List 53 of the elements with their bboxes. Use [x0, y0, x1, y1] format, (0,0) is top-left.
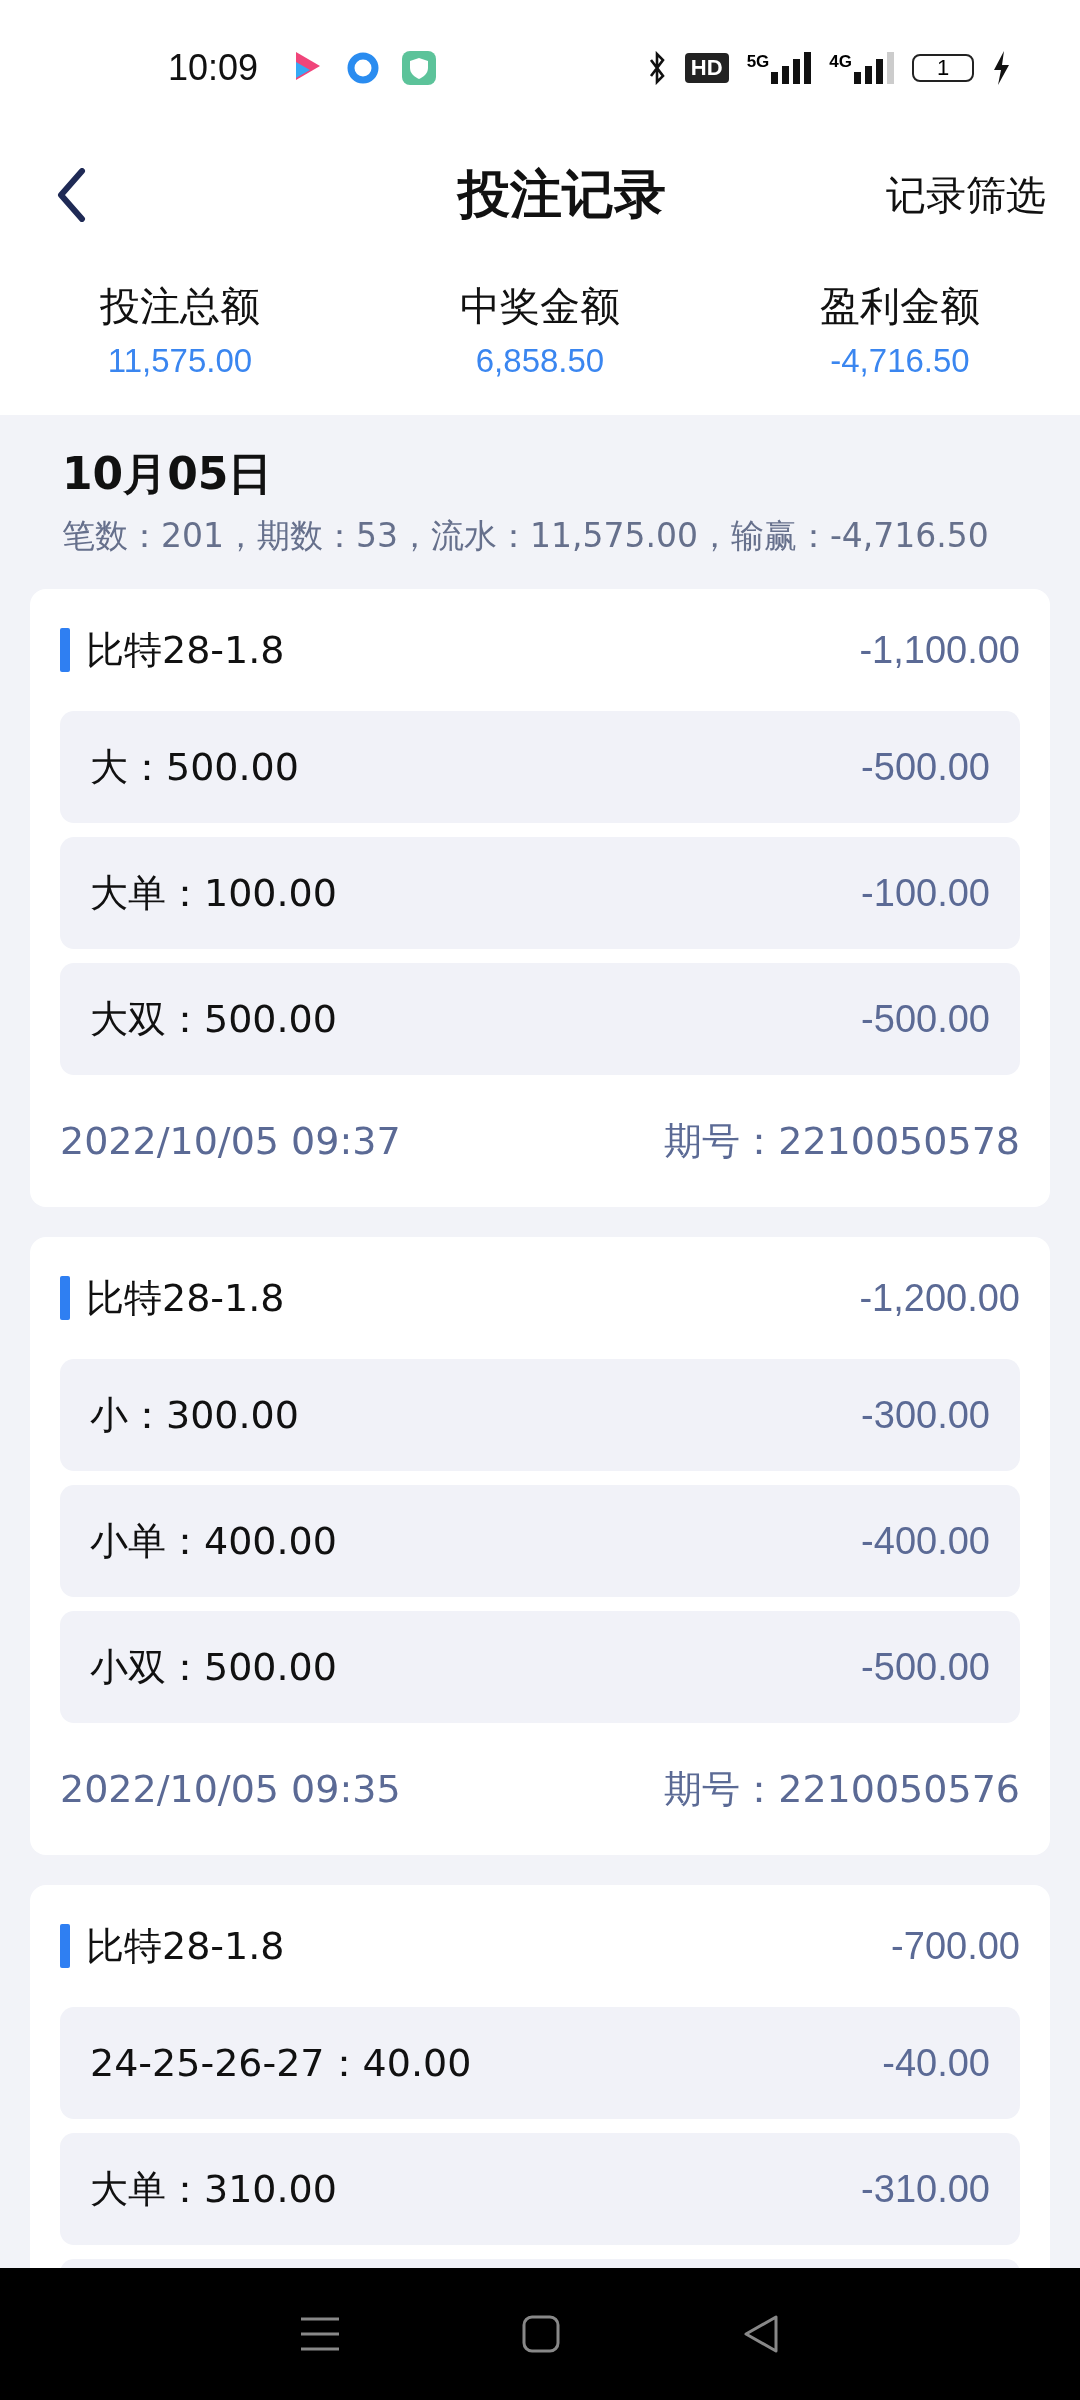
- battery-indicator: 1: [912, 53, 974, 82]
- bet-time: 2022/10/05 09:37: [60, 1119, 401, 1163]
- total-amount: -700.00: [891, 1924, 1020, 1968]
- bet-result: -500.00: [861, 1645, 990, 1689]
- bet-label: 小单：400.00: [90, 1517, 337, 1565]
- accent-bar: [60, 1924, 70, 1968]
- signal-icon: [854, 51, 894, 84]
- bet-label: 小：300.00: [90, 1391, 299, 1439]
- bet-result: -40.00: [882, 2041, 990, 2085]
- day-stats: 笔数：201，期数：53，流水：11,575.00，输赢：-4,716.50: [61, 515, 990, 557]
- bet-result: -400.00: [861, 1519, 990, 1563]
- summary-label: 盈利金额: [820, 281, 980, 331]
- bet-label: 大：500.00: [90, 743, 299, 791]
- summary-value: -4,716.50: [830, 341, 970, 380]
- back-icon: [56, 168, 86, 222]
- summary-value: 11,575.00: [107, 341, 253, 380]
- page-title: 投注记录: [458, 163, 666, 226]
- bet-label: 大单：310.00: [90, 2165, 337, 2213]
- game-name: 比特28-1.8: [86, 1274, 285, 1322]
- accent-bar: [60, 628, 70, 672]
- total-amount: -1,100.00: [859, 628, 1020, 672]
- charging-icon: [992, 50, 1010, 85]
- bet-result: -300.00: [861, 1393, 990, 1437]
- bet-result: -310.00: [861, 2167, 990, 2211]
- filter-button[interactable]: 记录筛选: [882, 167, 1050, 223]
- total-amount: -1,200.00: [859, 1276, 1020, 1320]
- summary-value: 6,858.50: [475, 341, 605, 380]
- bet-result: -100.00: [861, 871, 990, 915]
- game-name: 比特28-1.8: [86, 1922, 285, 1970]
- bet-label: 大双：500.00: [90, 995, 337, 1043]
- menu-icon: [301, 2316, 340, 2352]
- bet-result: -500.00: [861, 997, 990, 1041]
- issue-number: 期号：2210050578: [664, 1117, 1020, 1165]
- summary-label: 投注总额: [100, 281, 260, 331]
- date-heading: 10月05日: [61, 447, 274, 501]
- bet-label: 大单：100.00: [90, 869, 337, 917]
- bet-label: 小双：500.00: [90, 1643, 337, 1691]
- shield-app-icon: [402, 50, 437, 85]
- accent-bar: [60, 1276, 70, 1320]
- clock-time: 10:09: [168, 46, 259, 89]
- bet-result: -500.00: [861, 745, 990, 789]
- issue-number: 期号：2210050576: [664, 1765, 1020, 1813]
- signal-icon: [771, 51, 812, 84]
- ring-app-icon: [346, 50, 381, 85]
- home-icon: [522, 2315, 560, 2353]
- bet-time: 2022/10/05 09:35: [60, 1767, 401, 1811]
- game-name: 比特28-1.8: [86, 626, 285, 674]
- bet-label: 24-25-26-27：40.00: [90, 2039, 472, 2087]
- network-label: 4G: [829, 51, 852, 72]
- summary-label: 中奖金额: [460, 281, 620, 331]
- network-label: 5G: [746, 51, 770, 72]
- hd-badge: HD: [684, 52, 729, 83]
- back-icon: [742, 2315, 779, 2353]
